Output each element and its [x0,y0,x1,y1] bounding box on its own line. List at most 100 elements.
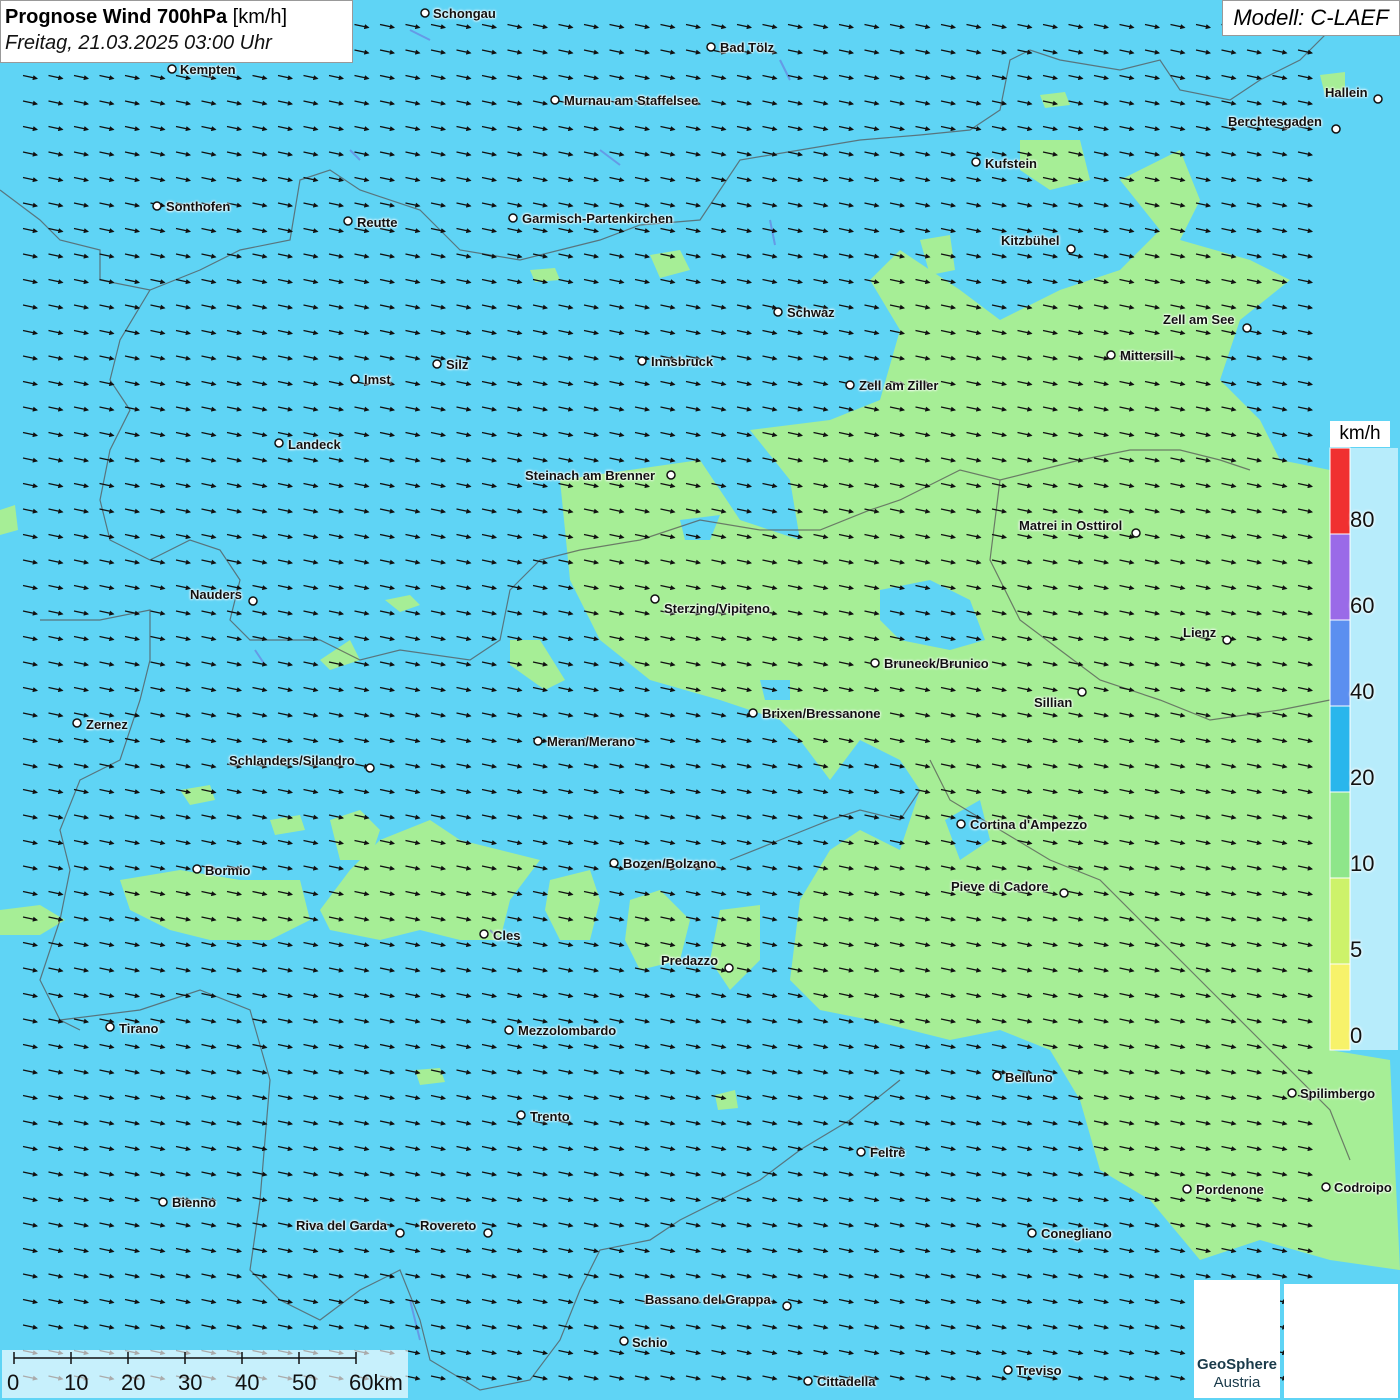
city-marker [609,858,619,868]
city-marker [432,359,442,369]
city-label: Tirano [119,1021,159,1036]
city-marker [1287,1088,1297,1098]
city-marker [152,201,162,211]
city-label: Belluno [1005,1070,1053,1085]
city-label: Bienno [172,1195,217,1210]
legend-color-segment [1329,705,1351,793]
city-label: Schio [632,1335,668,1350]
city-marker [420,8,430,18]
city-marker [504,1025,514,1035]
scale-tick-label: 10 [64,1370,89,1395]
city-marker [248,596,258,606]
legend-unit: km/h [1330,421,1390,447]
title-unit: [km/h] [232,6,288,28]
city-marker [395,1228,405,1238]
city-label: Bruneck/Brunico [884,656,989,671]
city-marker [992,1071,1002,1081]
map-title-box: Prognose Wind 700hPa [km/h] Freitag, 21.… [0,0,353,63]
legend-tick-label: 40 [1350,679,1375,704]
city-marker [483,1228,493,1238]
city-label: Bormio [205,863,251,878]
city-marker [856,1147,866,1157]
city-marker [1222,635,1232,645]
city-label: Kufstein [985,156,1037,171]
legend-tick-label: 60 [1350,593,1375,618]
city-label: Hallein [1325,85,1368,100]
legend-tick-label: 10 [1350,851,1375,876]
city-label: Murnau am Staffelsee [564,93,699,108]
city-label: Conegliano [1041,1226,1112,1241]
city-label: Cortina d'Ampezzo [970,817,1088,832]
legend-tick-label: 20 [1350,765,1375,790]
city-label: Kitzbühel [1001,233,1060,248]
forecast-time: Freitag, 21.03.2025 03:00 Uhr [5,32,272,54]
city-label: Mezzolombardo [518,1023,617,1038]
legend-tick-label: 5 [1350,937,1363,962]
city-label: Bad Tölz [720,40,775,55]
legend-color-segment [1329,877,1351,965]
city-marker [350,374,360,384]
city-label: Cittadella [817,1374,876,1389]
city-label: Pieve di Cadore [951,879,1049,894]
model-label: Modell: C-LAEF [1222,0,1400,36]
legend-tick-label: 0 [1350,1023,1363,1048]
city-label: Berchtesgaden [1228,114,1322,129]
city-label: Innsbruck [651,354,714,369]
city-marker [845,380,855,390]
city-marker [1131,528,1141,538]
city-marker [1182,1184,1192,1194]
city-label: Riva del Garda [296,1218,388,1233]
city-marker [971,157,981,167]
city-marker [773,307,783,317]
city-label: Reutte [357,215,398,230]
city-marker [666,470,676,480]
city-label: Schlanders/Silandro [229,753,355,768]
scale-tick-label: 20 [121,1370,146,1395]
city-marker [105,1022,115,1032]
city-marker [516,1110,526,1120]
city-marker [1331,124,1341,134]
scale-tick-label: 60km [349,1370,403,1395]
city-label: Codroipo [1334,1180,1392,1195]
city-marker [706,42,716,52]
legend-color-segment [1329,791,1351,879]
city-label: Bozen/Bolzano [623,856,717,871]
city-label: Spilimbergo [1300,1086,1376,1101]
city-marker [870,658,880,668]
city-label: Trento [530,1109,570,1124]
city-label: Pordenone [1196,1182,1264,1197]
city-label: Zell am See [1163,312,1235,327]
title-bold: Prognose Wind 700hPa [5,6,228,28]
city-label: Treviso [1016,1363,1062,1378]
city-label: Nauders [190,587,243,602]
city-marker [748,708,758,718]
legend-tick-label: 80 [1350,507,1375,532]
city-marker [1242,323,1252,333]
city-marker [619,1336,629,1346]
city-marker [1077,687,1087,697]
city-label: Garmisch-Partenkirchen [522,211,674,226]
city-marker [533,736,543,746]
legend-color-segment [1329,533,1351,621]
legend-color-segment [1329,447,1351,535]
city-marker [550,95,560,105]
city-marker [479,929,489,939]
city-marker [72,718,82,728]
city-label: Meran/Merano [547,734,636,749]
city-label: Bassano del Grappa [645,1292,771,1307]
city-marker [724,963,734,973]
map-title: Prognose Wind 700hPa [km/h] [5,4,348,30]
city-label: Landeck [288,437,341,452]
geosphere-logo-text: GeoSphere [1196,1356,1278,1373]
city-label: Schongau [433,6,496,21]
city-marker [637,356,647,366]
city-marker [956,819,966,829]
city-marker [650,594,660,604]
city-label: Zernez [86,717,128,732]
city-label: Kempten [180,62,236,77]
geosphere-logo-subtext: Austria [1213,1374,1261,1391]
city-label: Predazzo [661,953,719,968]
scale-tick-label: 50 [292,1370,317,1395]
scale-tick-label: 0 [7,1370,20,1395]
city-marker [508,213,518,223]
